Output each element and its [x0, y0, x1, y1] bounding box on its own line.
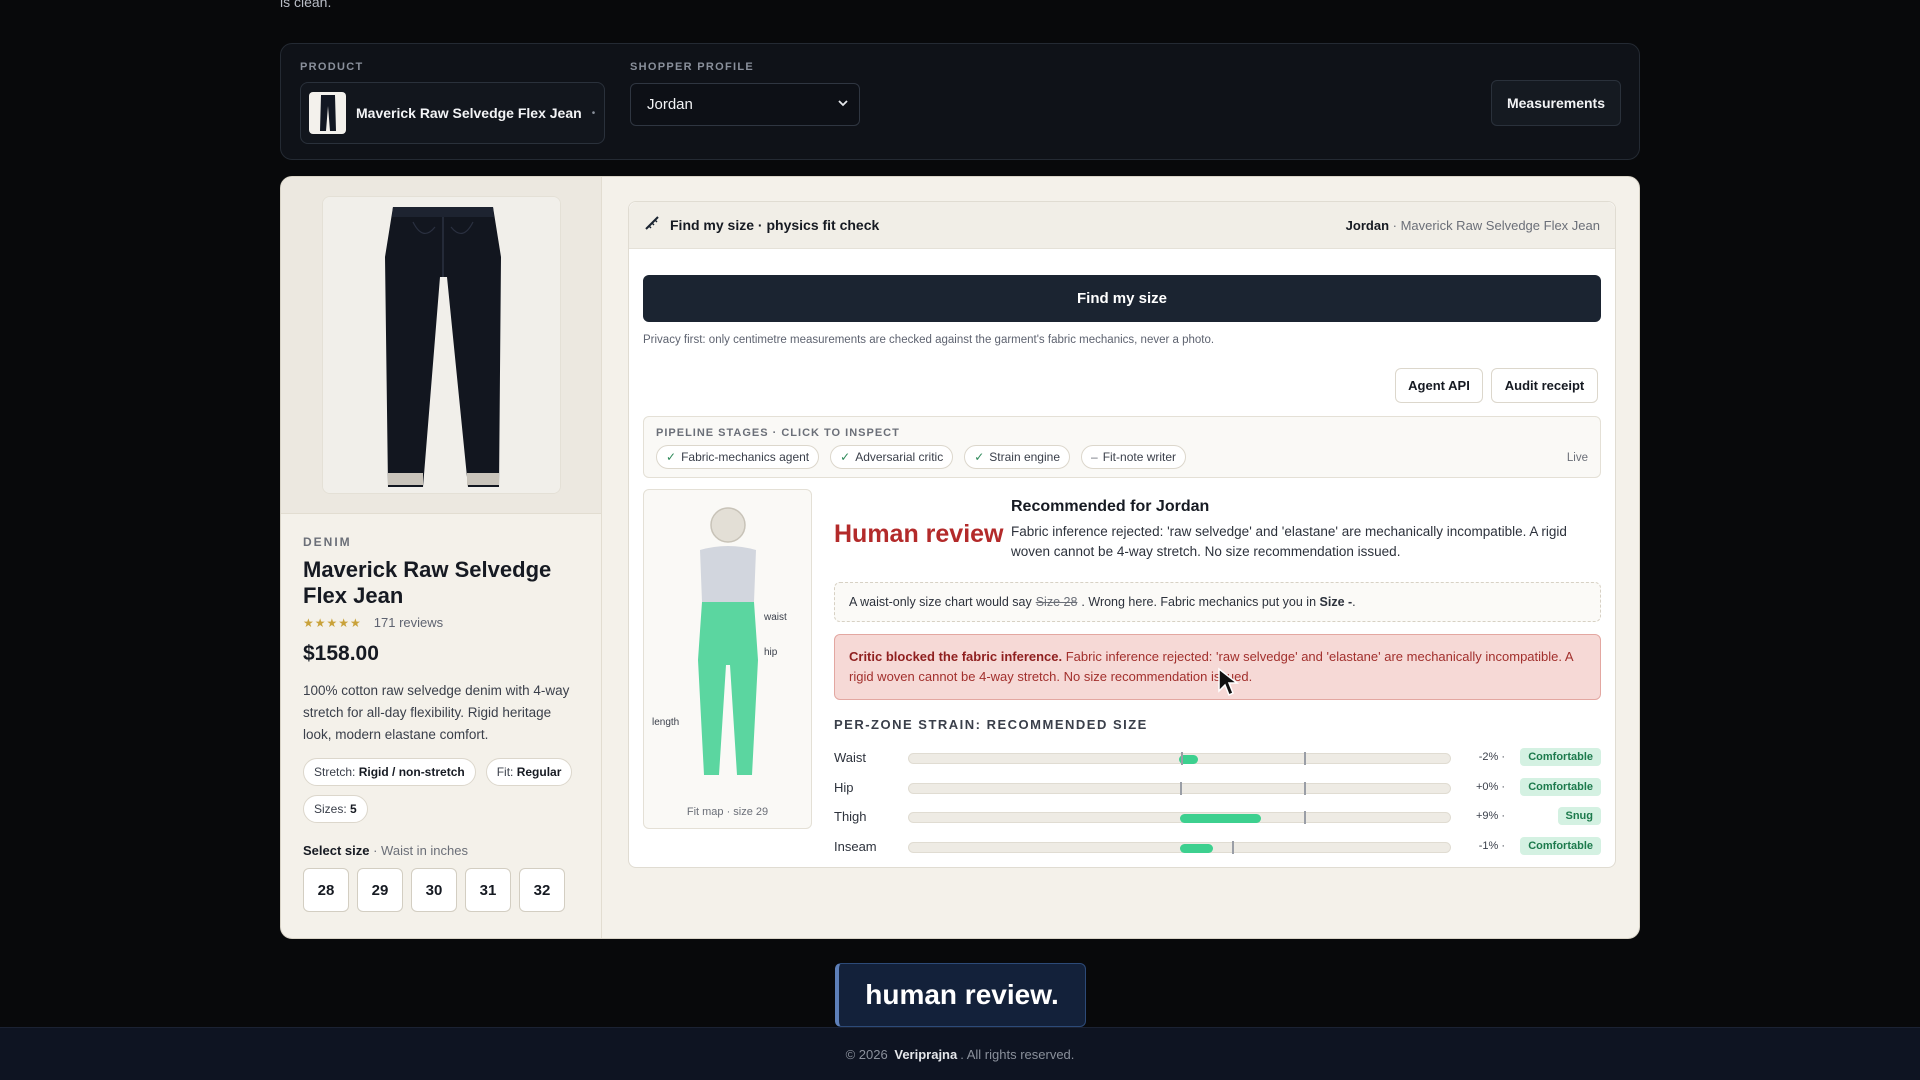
find-my-size-button[interactable]: Find my size [643, 275, 1601, 322]
review-count[interactable]: 171 reviews [374, 615, 443, 630]
intro-text-tail: is clean. [280, 0, 332, 10]
fitmap-caption: Fit map · size 29 [686, 806, 769, 818]
product-image-area [281, 177, 601, 514]
product-image [322, 196, 561, 494]
status-badge: Comfortable [1520, 778, 1601, 796]
product-picker-label: Maverick Raw Selvedge Flex Jean [356, 105, 582, 121]
shopper-profile-select[interactable]: Jordan [630, 83, 860, 126]
panel-context: Jordan · Maverick Raw Selvedge Flex Jean [1345, 217, 1600, 233]
product-info: DENIM Maverick Raw Selvedge Flex Jean ★★… [303, 535, 583, 912]
star-rating-icon: ★★★★★ [303, 615, 362, 630]
product-title: Maverick Raw Selvedge Flex Jean [303, 557, 552, 608]
product-attribute-chips: Stretch: Rigid / non-stretch Fit: Regula… [303, 758, 583, 823]
shopper-profile-label: SHOPPER PROFILE [630, 61, 755, 73]
pipeline-label: PIPELINE STAGES · CLICK TO INSPECT [656, 427, 900, 439]
fitmap-waist-label: waist [764, 612, 787, 623]
fit-map: waist hip length Fit map · size 29 [643, 489, 812, 829]
product-column: DENIM Maverick Raw Selvedge Flex Jean ★★… [281, 177, 602, 938]
audit-receipt-button[interactable]: Audit receipt [1491, 368, 1598, 403]
size-button-32[interactable]: 32 [519, 868, 565, 912]
strain-percent: +9% · [1475, 810, 1505, 822]
footer: © 2026 Veriprajna. All rights reserved. [0, 1027, 1920, 1080]
zone-name: Inseam [834, 839, 877, 854]
size-selector: 28 29 30 31 32 [303, 868, 583, 912]
size-button-29[interactable]: 29 [357, 868, 403, 912]
strain-bar [908, 841, 1451, 854]
dot-icon: • [591, 107, 596, 119]
fitmap-length-label: length [652, 717, 680, 728]
status-badge: Comfortable [1520, 748, 1601, 766]
fitmap-hip-label: hip [764, 647, 778, 658]
ruler-icon [644, 215, 660, 236]
zone-name: Hip [834, 780, 854, 795]
product-thumbnail [309, 92, 346, 134]
strain-row-inseam: Inseam -1% · Comfortable [834, 837, 1601, 857]
fit-check-panel: Find my size · physics fit check Jordan … [628, 201, 1616, 868]
dash-icon: – [1091, 450, 1098, 464]
product-rating: ★★★★★ 171 reviews [303, 615, 583, 630]
verdict-label: Human review [834, 520, 1004, 548]
recommendation-text: Fabric inference rejected: 'raw selvedge… [1011, 524, 1567, 559]
chip-stretch: Stretch: Rigid / non-stretch [303, 758, 476, 786]
selector-bar: PRODUCT Maverick Raw Selvedge Flex Jean … [280, 43, 1640, 160]
stage-fabric-mechanics[interactable]: ✓ Fabric-mechanics agent [656, 445, 820, 469]
pipeline-stages: PIPELINE STAGES · CLICK TO INSPECT ✓ Fabr… [643, 416, 1601, 478]
chip-fit: Fit: Regular [485, 758, 573, 786]
pipeline-status: Live [1566, 452, 1588, 464]
product-category: DENIM [303, 535, 352, 549]
panel-header: Find my size · physics fit check Jordan … [629, 202, 1615, 249]
strain-percent: -1% · [1478, 840, 1505, 852]
shopper-profile-value: Jordan [647, 96, 693, 113]
size-button-28[interactable]: 28 [303, 868, 349, 912]
product-label: PRODUCT [300, 61, 364, 73]
zone-name: Thigh [834, 809, 867, 824]
product-picker[interactable]: Maverick Raw Selvedge Flex Jean • [300, 82, 605, 144]
privacy-note: Privacy first: only centimetre measureme… [643, 334, 1215, 346]
panel-title: Find my size · physics fit check [670, 217, 880, 233]
mouse-cursor-icon [1217, 667, 1240, 702]
strain-bar [908, 752, 1451, 765]
strain-bar [908, 782, 1451, 795]
chevron-down-icon [837, 97, 849, 112]
select-size-label: Select size · Waist in inches [303, 843, 468, 858]
chip-sizes: Sizes: 5 [303, 795, 368, 823]
strain-title: PER-ZONE STRAIN: RECOMMENDED SIZE [834, 717, 1148, 732]
measurements-button[interactable]: Measurements [1491, 80, 1621, 126]
agent-api-button[interactable]: Agent API [1395, 368, 1483, 403]
strain-row-waist: Waist -2% · Comfortable [834, 748, 1601, 768]
stage-fit-note-writer[interactable]: – Fit-note writer [1081, 445, 1187, 469]
strain-row-hip: Hip +0% · Comfortable [834, 778, 1601, 798]
strain-row-thigh: Thigh +9% · Snug [834, 807, 1601, 827]
strain-bar [908, 811, 1451, 824]
check-icon: ✓ [666, 450, 677, 464]
zone-name: Waist [834, 750, 867, 765]
stage-strain-engine[interactable]: ✓ Strain engine [964, 445, 1070, 469]
status-badge: Comfortable [1520, 837, 1601, 855]
check-icon: ✓ [840, 450, 851, 464]
waist-only-note: A waist-only size chart would say Size 28… [834, 582, 1601, 622]
recommendation-title: Recommended for Jordan [1011, 498, 1210, 515]
size-button-30[interactable]: 30 [411, 868, 457, 912]
caption-overlay: human review. [835, 963, 1086, 1027]
strain-percent: -2% · [1478, 751, 1505, 763]
size-button-31[interactable]: 31 [465, 868, 511, 912]
body-figure [698, 507, 758, 775]
product-price: $158.00 [303, 642, 379, 665]
product-card: DENIM Maverick Raw Selvedge Flex Jean ★★… [280, 176, 1640, 939]
product-description: 100% cotton raw selvedge denim with 4-wa… [303, 683, 570, 742]
status-badge: Snug [1557, 807, 1601, 825]
strain-percent: +0% · [1475, 781, 1505, 793]
check-icon: ✓ [974, 450, 985, 464]
stage-adversarial-critic[interactable]: ✓ Adversarial critic [830, 445, 954, 469]
